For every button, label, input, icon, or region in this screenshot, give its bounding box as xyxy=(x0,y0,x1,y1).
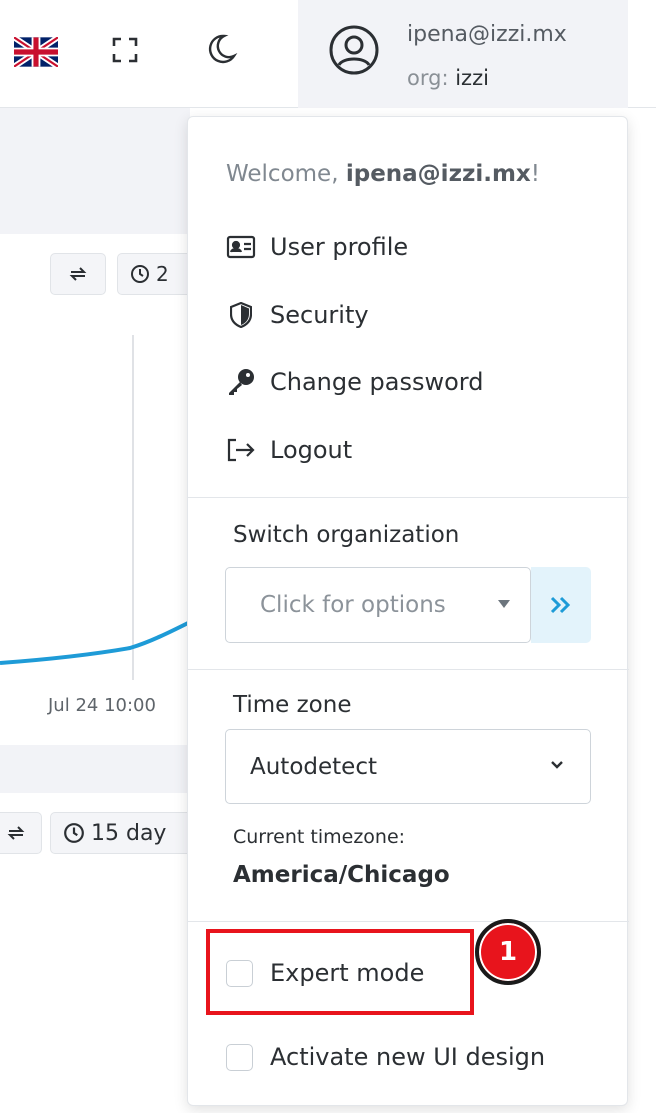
menu-divider xyxy=(188,921,629,922)
moon-icon[interactable] xyxy=(204,32,238,66)
refresh-icon xyxy=(69,267,87,281)
annotation-step-badge: 1 xyxy=(475,919,541,985)
timeseries-chart xyxy=(0,335,190,680)
menu-item-label: Security xyxy=(270,301,369,329)
chevron-down-icon xyxy=(551,761,563,769)
menu-item-change-password[interactable]: Change password xyxy=(224,362,483,402)
welcome-user: ipena@izzi.mx xyxy=(345,161,531,187)
new-ui-design-label: Activate new UI design xyxy=(270,1043,546,1071)
id-card-icon xyxy=(224,233,258,261)
time-zone-select[interactable]: Autodetect xyxy=(225,729,591,804)
welcome-suffix: ! xyxy=(530,161,540,187)
menu-item-label: Change password xyxy=(270,368,484,396)
menu-item-user-profile[interactable]: User profile xyxy=(224,227,408,267)
time-range-button[interactable]: 2 xyxy=(117,253,197,295)
fullscreen-icon[interactable] xyxy=(112,37,138,63)
time-zone-label: Time zone xyxy=(233,692,352,718)
chart-series-line xyxy=(0,620,190,665)
double-chevron-right-icon xyxy=(550,596,571,614)
welcome-prefix: Welcome, xyxy=(226,161,346,187)
top-bar: ipena@izzi.mx org: izzi xyxy=(0,0,656,108)
dashboard-panel-header-2 xyxy=(0,745,190,793)
current-timezone-value: America/Chicago xyxy=(233,862,450,888)
clock-icon xyxy=(64,823,84,843)
time-range-label: 2 xyxy=(156,262,169,286)
refresh-button-2[interactable] xyxy=(0,812,42,854)
menu-item-label: User profile xyxy=(270,233,409,261)
user-org-label: org: xyxy=(407,66,449,90)
welcome-message: Welcome, ipena@izzi.mx! xyxy=(226,161,540,187)
time-zone-selected: Autodetect xyxy=(250,753,377,780)
refresh-button[interactable] xyxy=(50,253,106,295)
user-circle-icon xyxy=(328,24,380,76)
logout-icon xyxy=(224,436,258,464)
time-range-label-2: 15 day xyxy=(91,820,167,846)
caret-down-icon xyxy=(498,600,510,608)
shield-icon xyxy=(224,301,258,329)
user-email: ipena@izzi.mx xyxy=(407,22,567,47)
uk-flag-icon[interactable] xyxy=(12,34,60,70)
key-icon xyxy=(224,368,258,396)
user-org-value: izzi xyxy=(455,66,489,90)
clock-icon xyxy=(131,265,149,283)
user-org: org: izzi xyxy=(407,66,489,90)
new-ui-design-toggle[interactable]: Activate new UI design xyxy=(226,1037,545,1077)
menu-item-security[interactable]: Security xyxy=(224,295,369,335)
menu-item-logout[interactable]: Logout xyxy=(224,430,352,470)
current-timezone-label: Current timezone: xyxy=(233,826,406,848)
dashboard-panel-header xyxy=(0,108,190,234)
menu-divider xyxy=(188,497,629,498)
time-range-button-2[interactable]: 15 day xyxy=(50,812,200,854)
user-account-toggle[interactable]: ipena@izzi.mx org: izzi xyxy=(298,0,628,108)
annotation-highlight-box xyxy=(206,929,474,1015)
switch-organization-label: Switch organization xyxy=(233,522,460,548)
chart-x-tick: Jul 24 10:00 xyxy=(48,695,156,716)
new-ui-design-checkbox[interactable] xyxy=(226,1043,253,1071)
organization-select-placeholder: Click for options xyxy=(260,592,446,618)
menu-item-label: Logout xyxy=(270,436,353,464)
refresh-icon xyxy=(7,826,25,840)
switch-organization-button[interactable] xyxy=(531,567,591,643)
organization-select[interactable]: Click for options xyxy=(225,567,531,643)
menu-divider xyxy=(188,669,629,670)
